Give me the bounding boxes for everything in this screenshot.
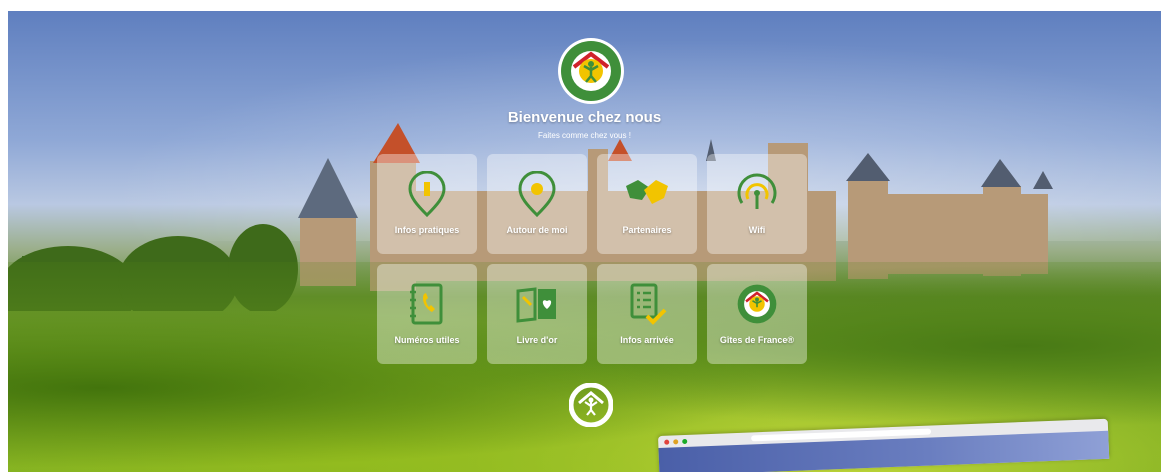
checklist-icon [624,281,670,327]
tile-label: Livre d'or [516,335,558,345]
tile-partenaires[interactable]: Partenaires [597,154,697,254]
gites-logo-icon [734,281,780,327]
gites-de-france-logo[interactable] [558,38,624,104]
gites-logo-white-icon [569,383,613,427]
minimize-dot-icon [673,438,679,444]
tile-label: Autour de moi [506,225,568,235]
tile-label: Numéros utiles [394,335,460,345]
footer-logo[interactable] [568,382,614,428]
tile-label: Wifi [748,225,766,235]
tile-numeros-utiles[interactable]: Numéros utiles [377,264,477,364]
tile-wifi[interactable]: Wifi [707,154,807,254]
tile-autour-de-moi[interactable]: Autour de moi [487,154,587,254]
close-dot-icon [664,439,670,445]
tile-gites-de-france[interactable]: Gîtes de France® [707,264,807,364]
page-title: Bienvenue chez nous [507,109,662,126]
tile-infos-arrivee[interactable]: Infos arrivée [597,264,697,364]
tile-livre-d-or[interactable]: Livre d'or [487,264,587,364]
tile-infos-pratiques[interactable]: Infos pratiques [377,154,477,254]
phone-book-icon [404,281,450,327]
handshake-icon [624,171,670,217]
tile-label: Infos pratiques [394,225,460,235]
background-photo: Bienvenue chez nous Faites comme chez vo… [8,11,1161,472]
location-pin-icon [514,171,560,217]
page-subtitle: Faites comme chez vous ! [538,131,631,140]
maximize-dot-icon [682,438,688,444]
wifi-icon [734,171,780,217]
tile-label: Infos arrivée [620,335,674,345]
tile-label: Gîtes de France® [719,335,795,345]
gites-logo-icon [561,41,621,101]
guestbook-icon [514,281,560,327]
info-pin-icon [404,171,450,217]
tile-label: Partenaires [622,225,672,235]
